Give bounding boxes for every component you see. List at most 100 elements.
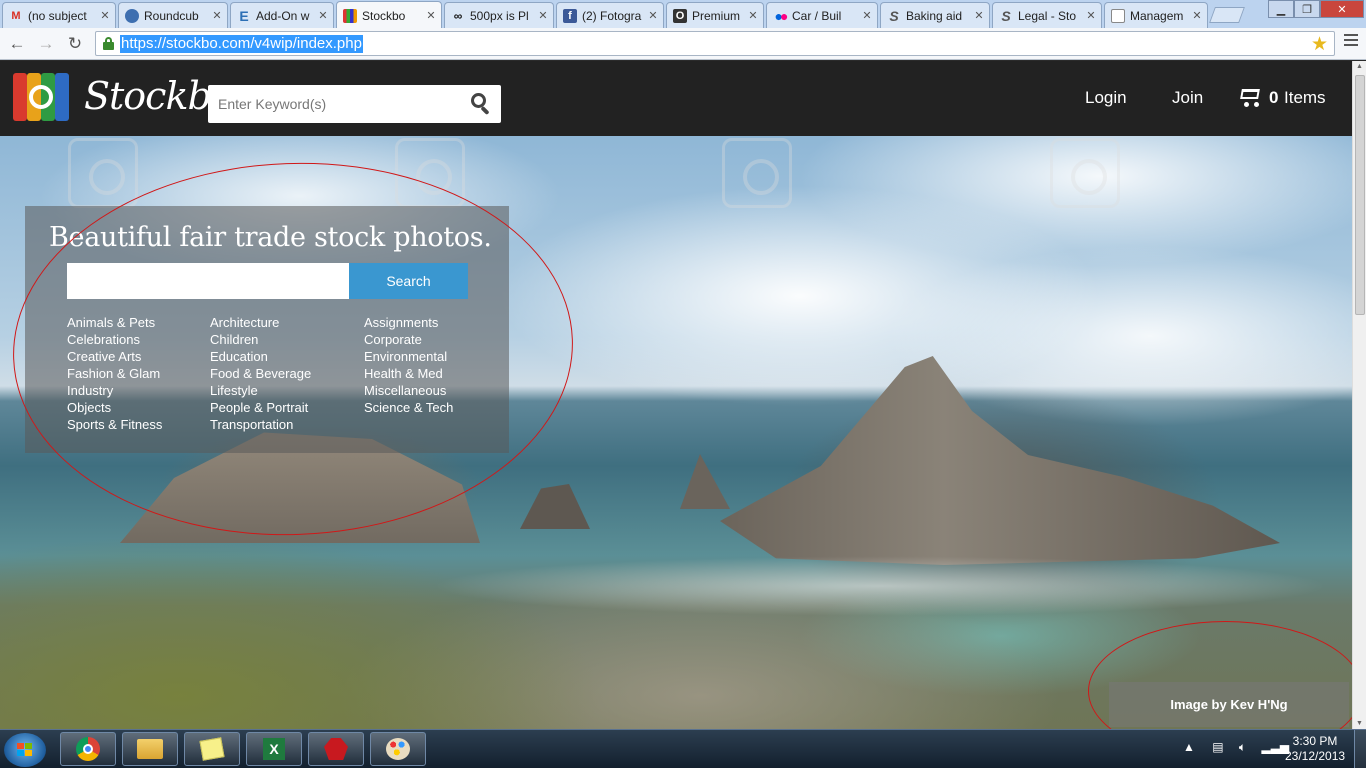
- join-link[interactable]: Join: [1172, 88, 1203, 108]
- category-link[interactable]: Architecture: [210, 314, 311, 331]
- tab-baking[interactable]: S Baking aid ✕: [880, 2, 990, 28]
- photo-rock: [520, 484, 590, 529]
- category-link[interactable]: Miscellaneous: [364, 382, 453, 399]
- facebook-icon: f: [563, 8, 577, 23]
- tab-gmail[interactable]: M (no subject ✕: [2, 2, 116, 28]
- stockbo-logo-icon[interactable]: [13, 73, 69, 121]
- taskbar-chrome-button[interactable]: [60, 732, 116, 766]
- category-link[interactable]: Health & Med: [364, 365, 453, 382]
- tab-label: Car / Buil: [792, 8, 842, 23]
- page-scrollbar[interactable]: ▲ ▼: [1352, 61, 1366, 729]
- close-tab-icon[interactable]: ✕: [1085, 9, 1097, 22]
- system-tray: ▲ ▤ 🔈︎ ▂▃▅: [1183, 740, 1289, 755]
- taskbar-paint-button[interactable]: [370, 732, 426, 766]
- category-column: Assignments Corporate Environmental Heal…: [364, 314, 453, 416]
- hero-search-input[interactable]: [67, 263, 349, 299]
- close-tab-icon[interactable]: ✕: [1191, 9, 1203, 22]
- close-tab-icon[interactable]: ✕: [973, 9, 985, 22]
- category-link[interactable]: Corporate: [364, 331, 453, 348]
- tab-management[interactable]: Managem ✕: [1104, 2, 1208, 28]
- volume-icon[interactable]: 🔈︎: [1239, 740, 1246, 754]
- category-link[interactable]: Assignments: [364, 314, 453, 331]
- close-tab-icon[interactable]: ✕: [747, 9, 759, 22]
- close-tab-icon[interactable]: ✕: [425, 9, 437, 22]
- back-arrow-icon[interactable]: ←: [5, 32, 29, 56]
- new-tab-button[interactable]: [1209, 7, 1245, 23]
- close-tab-icon[interactable]: ✕: [647, 9, 659, 22]
- tab-label: Baking aid: [906, 8, 963, 23]
- cart-icon[interactable]: [1237, 85, 1263, 107]
- category-link[interactable]: Animals & Pets: [67, 314, 162, 331]
- tab-label: Stockbo: [362, 8, 406, 23]
- category-link[interactable]: Fashion & Glam: [67, 365, 162, 382]
- show-desktop-button[interactable]: [1354, 730, 1366, 768]
- tab-500px[interactable]: ∞ 500px is Pl ✕: [444, 2, 554, 28]
- tab-strip: M (no subject ✕ Roundcub ✕ E Add-On w ✕ …: [0, 0, 1366, 29]
- header-search-input[interactable]: Enter Keyword(s): [218, 96, 326, 112]
- tab-label: Add-On w: [256, 8, 310, 23]
- hero-search-button[interactable]: Search: [349, 263, 468, 299]
- close-tab-icon[interactable]: ✕: [317, 9, 329, 22]
- tab-addon[interactable]: E Add-On w ✕: [230, 2, 334, 28]
- browser-menu-icon[interactable]: [1344, 34, 1358, 49]
- document-icon: [1111, 8, 1125, 23]
- forward-arrow-icon[interactable]: →: [34, 32, 58, 56]
- taskbar-red-app-button[interactable]: [308, 732, 364, 766]
- category-link[interactable]: People & Portrait: [210, 399, 311, 416]
- tab-roundcube[interactable]: Roundcub ✕: [118, 2, 228, 28]
- tab-label: Roundcub: [144, 8, 199, 23]
- cart-count[interactable]: 0: [1269, 88, 1278, 108]
- action-center-icon[interactable]: ▤: [1212, 740, 1223, 754]
- cart-label[interactable]: Items: [1284, 88, 1326, 108]
- address-bar[interactable]: https://stockbo.com/v4wip/index.php ★: [95, 31, 1335, 56]
- tray-expand-icon[interactable]: ▲: [1183, 740, 1195, 754]
- hero-search-panel: Beautiful fair trade stock photos. Searc…: [25, 206, 509, 453]
- tab-stockbo[interactable]: Stockbo ✕: [336, 1, 442, 29]
- start-button[interactable]: [4, 733, 46, 767]
- tab-facebook[interactable]: f (2) Fotogra ✕: [556, 2, 664, 28]
- tab-premium[interactable]: O Premium ✕: [666, 2, 764, 28]
- scroll-up-icon[interactable]: ▲: [1356, 63, 1363, 70]
- category-column: Architecture Children Education Food & B…: [210, 314, 311, 433]
- close-tab-icon[interactable]: ✕: [537, 9, 549, 22]
- scroll-down-icon[interactable]: ▼: [1356, 720, 1363, 727]
- url-text[interactable]: https://stockbo.com/v4wip/index.php: [120, 35, 363, 53]
- category-link[interactable]: Transportation: [210, 416, 311, 433]
- category-link[interactable]: Education: [210, 348, 311, 365]
- category-link[interactable]: Celebrations: [67, 331, 162, 348]
- close-tab-icon[interactable]: ✕: [861, 9, 873, 22]
- close-tab-icon[interactable]: ✕: [99, 9, 111, 22]
- paint-icon: [386, 738, 410, 760]
- hero-headline: Beautiful fair trade stock photos.: [49, 222, 492, 253]
- browser-toolbar: ← → ↻ https://stockbo.com/v4wip/index.ph…: [0, 28, 1366, 60]
- flickr-icon: ● ●: [774, 7, 789, 24]
- category-link[interactable]: Industry: [67, 382, 162, 399]
- minimize-icon[interactable]: ▁: [1268, 0, 1294, 18]
- taskbar-sticky-notes-button[interactable]: [184, 732, 240, 766]
- search-icon[interactable]: [471, 93, 491, 116]
- category-link[interactable]: Environmental: [364, 348, 453, 365]
- login-link[interactable]: Login: [1085, 88, 1127, 108]
- category-link[interactable]: Lifestyle: [210, 382, 311, 399]
- category-link[interactable]: Sports & Fitness: [67, 416, 162, 433]
- windows-logo-icon: [17, 743, 33, 757]
- close-tab-icon[interactable]: ✕: [211, 9, 223, 22]
- header-search-box[interactable]: Enter Keyword(s): [208, 85, 501, 123]
- category-link[interactable]: Objects: [67, 399, 162, 416]
- system-clock[interactable]: 3:30 PM 23/12/2013: [1285, 734, 1345, 764]
- taskbar-explorer-button[interactable]: [122, 732, 178, 766]
- category-link[interactable]: Creative Arts: [67, 348, 162, 365]
- category-link[interactable]: Science & Tech: [364, 399, 453, 416]
- tab-legal[interactable]: S Legal - Sto ✕: [992, 2, 1102, 28]
- camera-watermark-icon: [722, 138, 792, 208]
- close-window-icon[interactable]: ✕: [1320, 0, 1364, 18]
- reload-icon[interactable]: ↻: [63, 32, 87, 56]
- scrollbar-thumb[interactable]: [1355, 75, 1365, 315]
- window-controls: ▁ ❐ ✕: [1268, 0, 1364, 18]
- category-link[interactable]: Children: [210, 331, 311, 348]
- category-link[interactable]: Food & Beverage: [210, 365, 311, 382]
- maximize-icon[interactable]: ❐: [1294, 0, 1320, 18]
- taskbar-excel-button[interactable]: X: [246, 732, 302, 766]
- bookmark-star-icon[interactable]: ★: [1311, 33, 1328, 56]
- tab-flickr[interactable]: ● ● Car / Buil ✕: [766, 2, 878, 28]
